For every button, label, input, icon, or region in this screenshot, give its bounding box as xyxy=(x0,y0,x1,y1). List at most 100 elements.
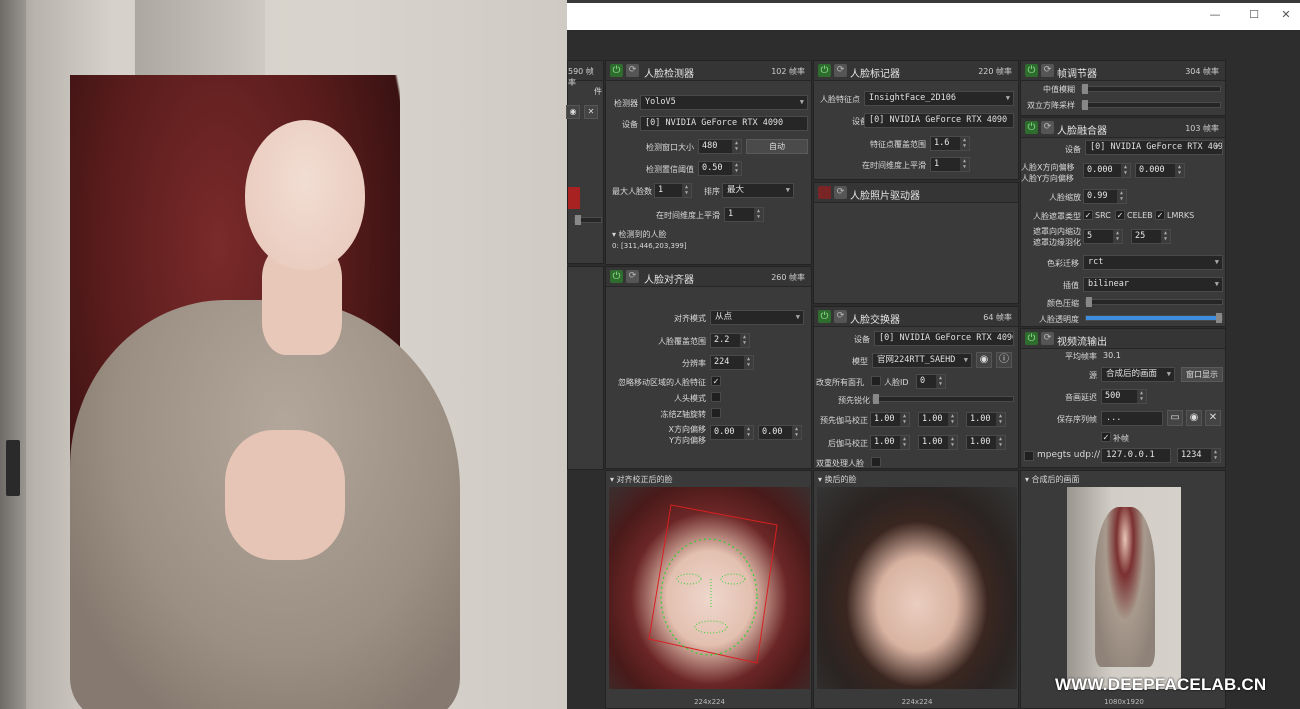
power-icon[interactable]: ⏻ xyxy=(818,64,831,77)
model-select[interactable]: 官网224RTT_SAEHD ▼ xyxy=(872,353,972,368)
color-transfer-select[interactable]: rct ▼ xyxy=(1083,255,1223,270)
aligned-face-resolution: 224x224 xyxy=(694,698,725,706)
mask-src-checkbox[interactable]: ✓ xyxy=(1083,210,1093,220)
sort-select[interactable]: 最大 ▼ xyxy=(722,183,794,198)
settings-icon[interactable]: ⟳ xyxy=(834,64,847,77)
mask-celeb-checkbox[interactable]: ✓ xyxy=(1115,210,1125,220)
save-sequence-path[interactable]: ... xyxy=(1101,411,1163,426)
max-faces-label: 最大人脸数 xyxy=(612,187,652,196)
swapped-face-section[interactable]: ▾ 换后的脸 xyxy=(818,474,857,485)
swapped-face-preview: ▾ 换后的脸 224x224 xyxy=(813,470,1019,709)
presharpen-slider[interactable] xyxy=(872,394,1014,404)
face-id-label: 人脸ID xyxy=(884,378,909,387)
window-show-button[interactable]: 窗口显示 xyxy=(1181,367,1223,382)
x-shift-input[interactable]: 0.00 ▲ ▼ xyxy=(710,425,754,440)
face-swapper-title: 人脸交换器 xyxy=(850,315,900,326)
detector-device-select[interactable]: [0] NVIDIA GeForce RTX 4090 xyxy=(640,116,808,131)
color-transfer-label: 色彩迁移 xyxy=(1047,259,1079,268)
y-offset-input[interactable]: 0.000 ▲ ▼ xyxy=(1135,163,1185,178)
close-icon[interactable]: ✕ xyxy=(1205,410,1221,426)
face-merger-panel: ⏻ ⟳ 人脸融合器 103 帧率 设备 [0] NVIDIA GeForce R… xyxy=(1020,117,1226,327)
swap-all-checkbox[interactable] xyxy=(871,376,881,386)
detected-faces-section[interactable]: ▾ 检测到的人脸 xyxy=(612,229,667,240)
udp-port-input[interactable]: 1234 ▲ ▼ xyxy=(1177,448,1221,463)
power-icon[interactable]: ⏻ xyxy=(610,64,623,77)
udp-ip-input[interactable]: 127.0.0.1 xyxy=(1101,448,1171,463)
maximize-button[interactable]: ☐ xyxy=(1247,8,1261,22)
coverage-input[interactable]: 2.2 ▲ ▼ xyxy=(710,333,750,348)
two-pass-checkbox[interactable] xyxy=(871,457,881,467)
settings-icon[interactable]: ⟳ xyxy=(1041,332,1054,345)
source-slider[interactable] xyxy=(574,215,602,225)
mpegts-checkbox[interactable] xyxy=(1024,451,1034,461)
landmark-select[interactable]: InsightFace_2D106 ▼ xyxy=(864,91,1014,106)
mask-erode-input[interactable]: 5 ▲ ▼ xyxy=(1083,229,1123,244)
pre-gamma-g[interactable]: 1.00 ▲ ▼ xyxy=(918,412,958,427)
pre-gamma-b[interactable]: 1.00 ▲ ▼ xyxy=(966,412,1006,427)
landmark-range-input[interactable]: 1.6 ▲ ▼ xyxy=(930,136,970,151)
power-icon[interactable]: ⏻ xyxy=(818,310,831,323)
x-offset-input[interactable]: 0.000 ▲ ▼ xyxy=(1083,163,1131,178)
post-gamma-r[interactable]: 1.00 ▲ ▼ xyxy=(870,435,910,450)
bicubic-slider[interactable] xyxy=(1081,100,1221,110)
detected-face-coords: 0: [311,446,203,399] xyxy=(612,242,687,250)
auto-button[interactable]: 自动 xyxy=(746,139,808,154)
power-icon[interactable]: ⏻ xyxy=(818,186,831,199)
y-shift-input[interactable]: 0.00 ▲ ▼ xyxy=(758,425,802,440)
aligned-face-section[interactable]: ▾ 对齐校正后的脸 xyxy=(610,474,673,485)
marker-device-select[interactable]: [0] NVIDIA GeForce RTX 4090 xyxy=(864,113,1014,128)
minimize-button[interactable]: — xyxy=(1208,8,1222,22)
close-icon[interactable]: ✕ xyxy=(584,105,598,119)
smooth-input[interactable]: 1 ▲ ▼ xyxy=(724,207,764,222)
head-mode-checkbox[interactable] xyxy=(711,392,721,402)
face-merger-title: 人脸融合器 xyxy=(1057,126,1107,137)
resolution-input[interactable]: 224 ▲ ▼ xyxy=(710,355,754,370)
face-detector-panel: ⏻ ⟳ 人脸检测器 102 帧率 检测器 YoloV5 ▼ 设备 [0] NVID… xyxy=(605,60,812,265)
window-size-input[interactable]: 480 ▲ ▼ xyxy=(698,139,742,154)
face-scale-input[interactable]: 0.99 ▲ ▼ xyxy=(1083,189,1127,204)
eye-icon[interactable]: ◉ xyxy=(1186,410,1202,426)
info-icon[interactable]: ⓘ xyxy=(996,352,1012,368)
eye-icon[interactable]: ◉ xyxy=(566,105,580,119)
align-mode-select[interactable]: 从点 ▼ xyxy=(710,310,804,325)
power-icon[interactable]: ⏻ xyxy=(610,270,623,283)
threshold-input[interactable]: 0.50 ▲ ▼ xyxy=(698,161,742,176)
titlebar-strip xyxy=(567,0,1300,3)
close-button[interactable]: ✕ xyxy=(1279,8,1293,22)
color-compress-slider[interactable] xyxy=(1085,297,1223,307)
post-gamma-b[interactable]: 1.00 ▲ ▼ xyxy=(966,435,1006,450)
power-icon[interactable]: ⏻ xyxy=(1025,332,1038,345)
pre-gamma-r[interactable]: 1.00 ▲ ▼ xyxy=(870,412,910,427)
max-faces-input[interactable]: 1 ▲ ▼ xyxy=(654,183,692,198)
face-opacity-slider[interactable] xyxy=(1085,313,1223,323)
swapper-device-select[interactable]: [0] NVIDIA GeForce RTX 4090 xyxy=(874,331,1014,346)
mask-blur-input[interactable]: 25 ▲ ▼ xyxy=(1131,229,1171,244)
mask-lmrks-checkbox[interactable]: ✓ xyxy=(1155,210,1165,220)
exclude-moving-checkbox[interactable]: ✓ xyxy=(711,376,721,386)
freeze-z-checkbox[interactable] xyxy=(711,408,721,418)
settings-icon[interactable]: ⟳ xyxy=(626,64,639,77)
face-animator-header: ⏻ ⟳ 人脸照片驱动器 xyxy=(814,183,1018,203)
fill-frames-checkbox[interactable]: ✓ xyxy=(1101,432,1111,442)
interpolation-select[interactable]: bilinear ▼ xyxy=(1083,277,1223,292)
power-icon[interactable]: ⏻ xyxy=(1025,121,1038,134)
post-gamma-label: 后伽马校正 xyxy=(828,439,868,448)
median-blur-slider[interactable] xyxy=(1081,84,1221,94)
av-delay-input[interactable]: 500 ▲ ▼ xyxy=(1101,389,1147,404)
detector-select[interactable]: YoloV5 ▼ xyxy=(640,95,808,110)
settings-icon[interactable]: ⟳ xyxy=(1041,121,1054,134)
merger-device-select[interactable]: [0] NVIDIA GeForce RTX 4090 ▼ xyxy=(1085,140,1223,155)
settings-icon[interactable]: ⟳ xyxy=(834,310,847,323)
settings-icon[interactable]: ⟳ xyxy=(1041,64,1054,77)
source-select[interactable]: 合成后的画面 ▼ xyxy=(1101,367,1175,382)
post-gamma-g[interactable]: 1.00 ▲ ▼ xyxy=(918,435,958,450)
face-marker-title: 人脸标记器 xyxy=(850,69,900,80)
settings-icon[interactable]: ⟳ xyxy=(834,186,847,199)
merged-frame-section[interactable]: ▾ 合成后的画面 xyxy=(1025,474,1080,485)
eye-icon[interactable]: ◉ xyxy=(976,352,992,368)
power-icon[interactable]: ⏻ xyxy=(1025,64,1038,77)
settings-icon[interactable]: ⟳ xyxy=(626,270,639,283)
face-id-input[interactable]: 0 ▲ ▼ xyxy=(916,374,946,389)
folder-icon[interactable]: ▭ xyxy=(1167,410,1183,426)
marker-smooth-input[interactable]: 1 ▲ ▼ xyxy=(930,157,970,172)
